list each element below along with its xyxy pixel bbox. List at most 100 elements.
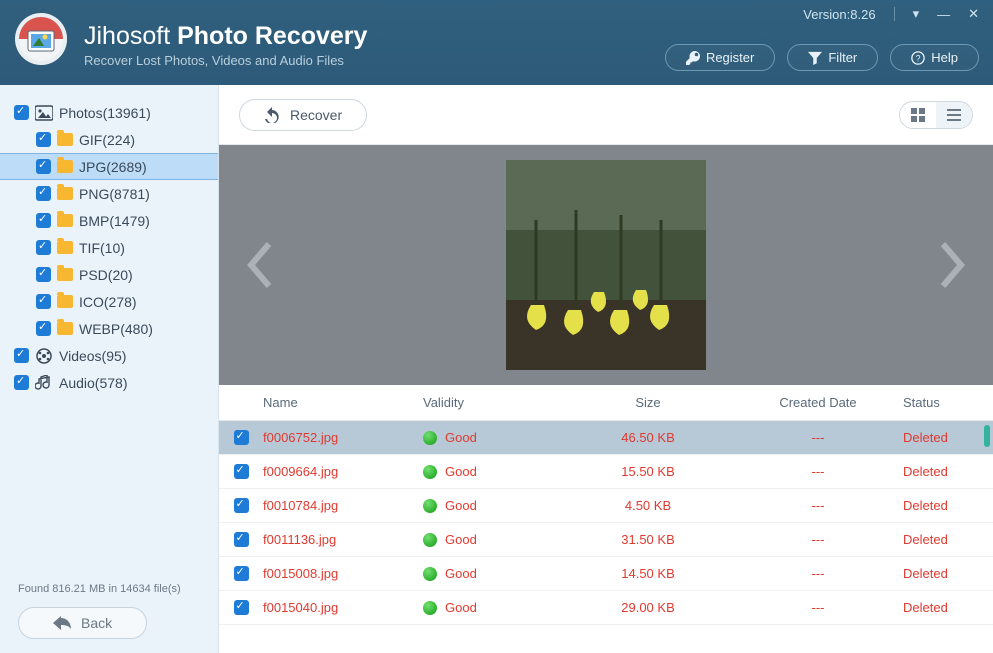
col-validity[interactable]: Validity: [423, 395, 563, 410]
table-row[interactable]: f0015040.jpgGood29.00 KB---Deleted: [219, 591, 993, 625]
checkbox[interactable]: [234, 600, 249, 615]
brand-part2: Photo Recovery: [177, 22, 367, 50]
sidebar-item-webp[interactable]: WEBP(480): [0, 315, 218, 342]
col-name[interactable]: Name: [263, 395, 423, 410]
sidebar-label: JPG(2689): [79, 159, 147, 175]
window-controls: Version:8.26 ▾ — ✕: [803, 6, 979, 22]
table-row[interactable]: f0015008.jpgGood14.50 KB---Deleted: [219, 557, 993, 591]
filter-icon: [808, 51, 822, 65]
file-size: 15.50 KB: [563, 464, 733, 479]
sidebar-label: WEBP(480): [79, 321, 153, 337]
checkbox[interactable]: [36, 159, 51, 174]
sidebar-item-psd[interactable]: PSD(20): [0, 261, 218, 288]
file-status: Deleted: [903, 430, 993, 445]
sidebar-item-tif[interactable]: TIF(10): [0, 234, 218, 261]
sidebar-label: PNG(8781): [79, 186, 150, 202]
folder-icon: [57, 295, 73, 308]
sidebar-item-photos[interactable]: Photos(13961): [0, 99, 218, 126]
file-size: 46.50 KB: [563, 430, 733, 445]
file-validity: Good: [423, 566, 563, 581]
checkbox[interactable]: [36, 321, 51, 336]
checkbox[interactable]: [36, 213, 51, 228]
checkbox[interactable]: [36, 132, 51, 147]
checkbox[interactable]: [36, 294, 51, 309]
file-validity: Good: [423, 498, 563, 513]
checkbox[interactable]: [36, 186, 51, 201]
file-size: 29.00 KB: [563, 600, 733, 615]
video-icon: [35, 348, 53, 364]
sidebar-item-png[interactable]: PNG(8781): [0, 180, 218, 207]
file-size: 4.50 KB: [563, 498, 733, 513]
sidebar-label: Photos(13961): [59, 105, 151, 121]
col-size[interactable]: Size: [563, 395, 733, 410]
help-button[interactable]: ? Help: [890, 44, 979, 71]
filter-button[interactable]: Filter: [787, 44, 878, 71]
filter-label: Filter: [828, 50, 857, 65]
restore-icon: [264, 107, 280, 123]
table-row[interactable]: f0006752.jpgGood46.50 KB---Deleted: [219, 421, 993, 455]
file-name: f0011136.jpg: [263, 532, 423, 547]
col-date[interactable]: Created Date: [733, 395, 903, 410]
checkbox[interactable]: [234, 566, 249, 581]
app-logo-icon: [14, 12, 68, 66]
checkbox[interactable]: [234, 532, 249, 547]
checkbox[interactable]: [234, 430, 249, 445]
scrollbar-thumb[interactable]: [984, 425, 990, 447]
folder-icon: [57, 187, 73, 200]
table-header: Name Validity Size Created Date Status: [219, 385, 993, 421]
checkbox[interactable]: [234, 498, 249, 513]
file-date: ---: [733, 532, 903, 547]
status-dot-icon: [423, 499, 437, 513]
file-status: Deleted: [903, 464, 993, 479]
sidebar-item-ico[interactable]: ICO(278): [0, 288, 218, 315]
sidebar-footer: Found 816.21 MB in 14634 file(s) Back: [0, 583, 218, 639]
help-label: Help: [931, 50, 958, 65]
status-dot-icon: [423, 465, 437, 479]
file-validity: Good: [423, 464, 563, 479]
divider: [894, 7, 895, 21]
checkbox[interactable]: [14, 105, 29, 120]
dropdown-icon[interactable]: ▾: [913, 6, 920, 22]
preview-next-button[interactable]: [935, 240, 969, 290]
key-icon: [686, 51, 700, 65]
sidebar-item-gif[interactable]: GIF(224): [0, 126, 218, 153]
sidebar-label: TIF(10): [79, 240, 125, 256]
sidebar-item-videos[interactable]: Videos(95): [0, 342, 218, 369]
preview-thumbnail: [506, 160, 706, 370]
app-title: Jihosoft Photo Recovery: [84, 22, 367, 51]
file-status: Deleted: [903, 566, 993, 581]
table-row[interactable]: f0011136.jpgGood31.50 KB---Deleted: [219, 523, 993, 557]
file-status: Deleted: [903, 532, 993, 547]
sidebar-item-jpg[interactable]: JPG(2689): [0, 153, 218, 180]
list-view-button[interactable]: [936, 102, 972, 128]
checkbox[interactable]: [36, 267, 51, 282]
register-button[interactable]: Register: [665, 44, 775, 71]
close-icon[interactable]: ✕: [968, 6, 979, 22]
checkbox[interactable]: [234, 464, 249, 479]
brand-part1: Jihosoft: [84, 22, 177, 50]
table-row[interactable]: f0009664.jpgGood15.50 KB---Deleted: [219, 455, 993, 489]
checkbox[interactable]: [36, 240, 51, 255]
preview-prev-button[interactable]: [243, 240, 277, 290]
table-row[interactable]: f0010784.jpgGood4.50 KB---Deleted: [219, 489, 993, 523]
minimize-icon[interactable]: —: [937, 7, 950, 22]
file-validity: Good: [423, 600, 563, 615]
col-status[interactable]: Status: [903, 395, 993, 410]
folder-icon: [57, 133, 73, 146]
recover-button[interactable]: Recover: [239, 99, 367, 131]
checkbox[interactable]: [14, 348, 29, 363]
back-label: Back: [81, 615, 112, 631]
preview-area: [219, 145, 993, 385]
sidebar: Photos(13961) GIF(224) JPG(2689) PNG(8781)…: [0, 85, 219, 653]
sidebar-label: PSD(20): [79, 267, 133, 283]
sidebar-label: BMP(1479): [79, 213, 150, 229]
checkbox[interactable]: [14, 375, 29, 390]
list-icon: [947, 108, 961, 122]
sidebar-item-bmp[interactable]: BMP(1479): [0, 207, 218, 234]
file-name: f0015040.jpg: [263, 600, 423, 615]
back-button[interactable]: Back: [18, 607, 147, 639]
folder-icon: [57, 160, 73, 173]
sidebar-item-audio[interactable]: Audio(578): [0, 369, 218, 396]
file-name: f0010784.jpg: [263, 498, 423, 513]
grid-view-button[interactable]: [900, 102, 936, 128]
